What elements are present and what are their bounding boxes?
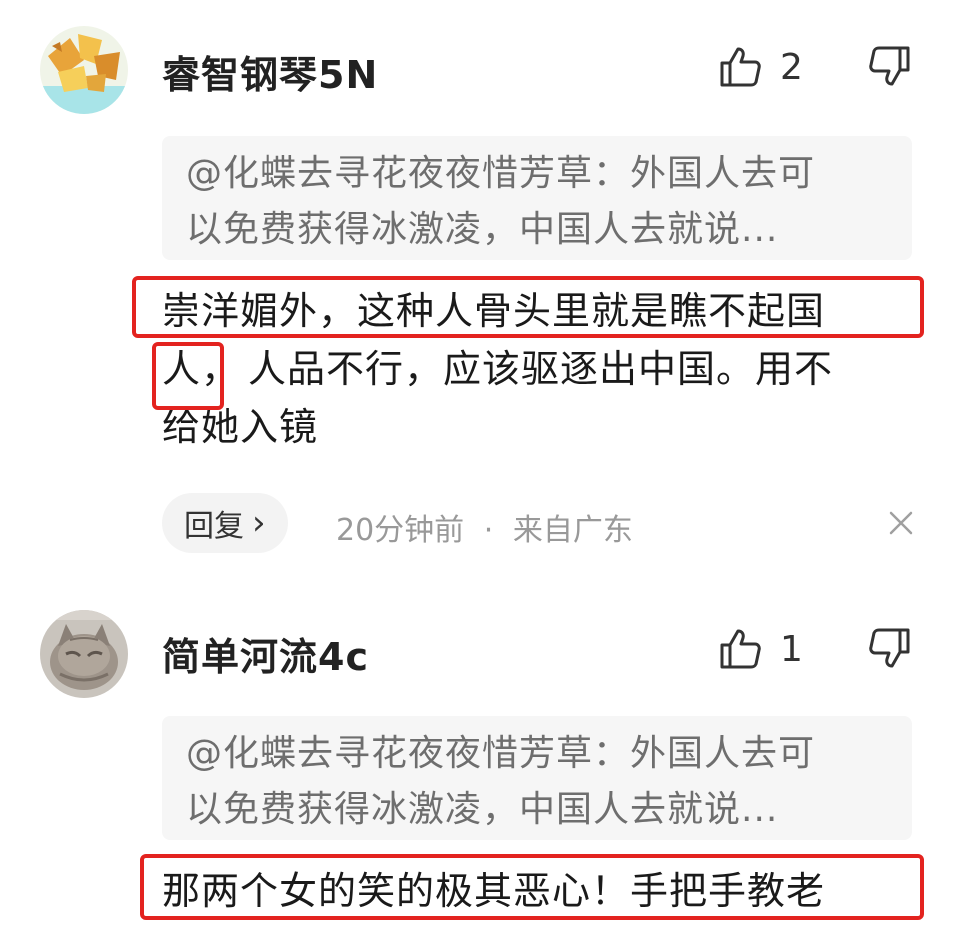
- reply-label: 回复: [184, 509, 244, 544]
- comment-location: 来自广东: [512, 513, 633, 548]
- comment-meta: 20分钟前 · 来自广东: [336, 505, 633, 549]
- comment-line: 给她入镜: [162, 405, 319, 449]
- meta-separator: ·: [483, 513, 494, 548]
- comment-text: 那两个女的笑的极其恶心！手把手教老: [162, 862, 922, 920]
- comment-highlight-word: 人，: [162, 347, 241, 391]
- comment-line: 那两个女的笑的极其恶心！手把手教老: [162, 869, 826, 913]
- quote-line: @化蝶去寻花夜夜惜芳草：外国人去可: [186, 733, 816, 774]
- gold-leaf-avatar-icon: [40, 26, 128, 114]
- like-count: 1: [780, 628, 803, 670]
- dislike-button[interactable]: [868, 626, 918, 676]
- quote-line: 以免费获得冰激凌，中国人去就说...: [186, 209, 779, 250]
- chevron-right-icon: ›: [252, 503, 266, 543]
- quote-line: @化蝶去寻花夜夜惜芳草：外国人去可: [186, 153, 816, 194]
- dislike-button[interactable]: [868, 44, 918, 94]
- close-button[interactable]: [886, 508, 916, 538]
- cat-photo-avatar-icon: [40, 610, 128, 698]
- avatar[interactable]: [40, 26, 128, 114]
- avatar[interactable]: [40, 610, 128, 698]
- comment-item: 睿智钢琴5N 2 @化蝶去寻花夜夜惜芳草：外国人去可 以免费获得冰激凌，中国人去…: [0, 0, 966, 570]
- thumbs-down-icon: [869, 628, 910, 668]
- username[interactable]: 简单河流4c: [162, 626, 369, 681]
- like-button[interactable]: 2: [718, 42, 803, 92]
- like-count: 2: [780, 46, 803, 88]
- comment-item: 简单河流4c 1 @化蝶去寻花夜夜惜芳草：外国人去可 以免费获得冰激凌，中国人去…: [0, 590, 966, 932]
- comment-line-rest: 人品不行，应该驱逐出中国。用不: [248, 347, 834, 391]
- quoted-reply[interactable]: @化蝶去寻花夜夜惜芳草：外国人去可 以免费获得冰激凌，中国人去就说...: [162, 136, 912, 260]
- quoted-reply[interactable]: @化蝶去寻花夜夜惜芳草：外国人去可 以免费获得冰激凌，中国人去就说...: [162, 716, 912, 840]
- like-button[interactable]: 1: [718, 624, 803, 674]
- thumbs-down-icon: [869, 46, 910, 86]
- reply-button[interactable]: 回复 ›: [162, 493, 288, 553]
- comment-line: 崇洋媚外，这种人骨头里就是瞧不起国: [162, 289, 826, 333]
- quote-line: 以免费获得冰激凌，中国人去就说...: [186, 789, 779, 830]
- close-icon: [889, 511, 913, 535]
- thumbs-up-icon: [720, 47, 761, 87]
- comment-line: 人， 人品不行，应该驱逐出中国。用不: [162, 340, 922, 398]
- username[interactable]: 睿智钢琴5N: [162, 44, 378, 99]
- comment-text: 崇洋媚外，这种人骨头里就是瞧不起国 人， 人品不行，应该驱逐出中国。用不 给她入镜: [162, 282, 922, 456]
- thumbs-up-icon: [720, 629, 761, 669]
- comment-time: 20分钟前: [336, 513, 465, 548]
